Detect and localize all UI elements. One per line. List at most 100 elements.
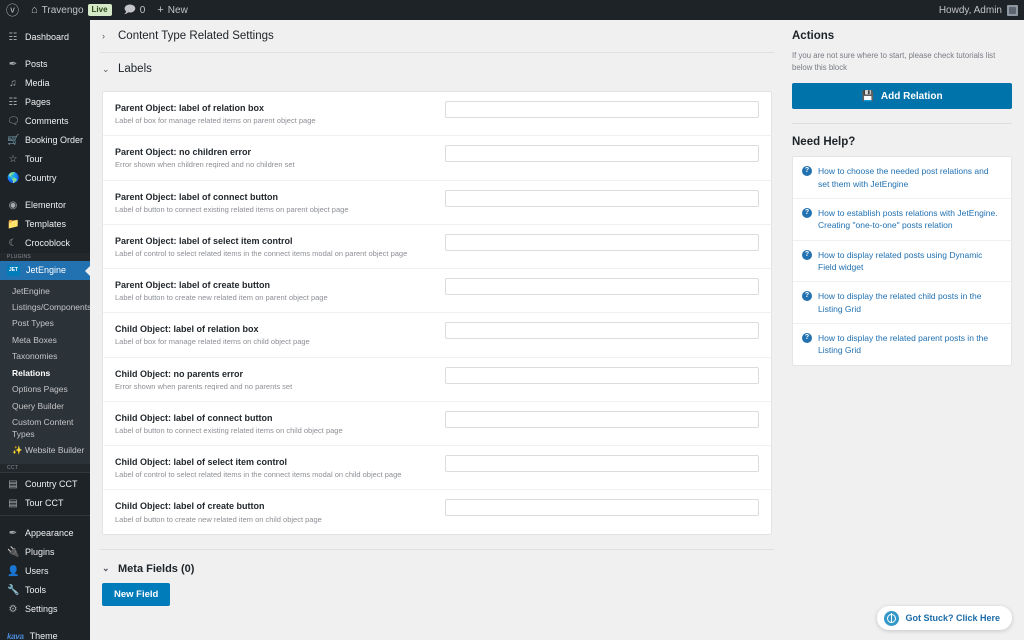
field-description: Error shown when children reqired and no… — [115, 160, 295, 170]
sidebar-item-country[interactable]: 🌎 Country — [0, 169, 90, 188]
submenu-item-website-builder[interactable]: ✨ Website Builder — [0, 443, 90, 459]
comments-count: 0 — [139, 4, 146, 16]
comments-menu[interactable]: 🗩 0 — [118, 0, 152, 20]
support-widget-button[interactable]: Got Stuck? Click Here — [877, 606, 1012, 630]
submenu-item-meta-boxes[interactable]: Meta Boxes — [0, 332, 90, 348]
question-icon: ? — [802, 249, 812, 260]
help-link[interactable]: ? How to choose the needed post relation… — [793, 157, 1011, 199]
submenu-item-options-pages[interactable]: Options Pages — [0, 382, 90, 398]
sidebar-item-media[interactable]: ♫ Media — [0, 74, 90, 93]
divider — [792, 123, 1012, 125]
field-description: Label of button to connect existing rela… — [115, 204, 349, 214]
child-connect-button-label-input[interactable] — [445, 410, 759, 428]
child-relation-box-label-input[interactable] — [445, 322, 759, 340]
field-label-group: Parent Object: label of connect button L… — [115, 190, 445, 215]
site-name-menu[interactable]: ⌂ Travengo Live — [25, 0, 118, 20]
sidebar-item-pages[interactable]: ☷ Pages — [0, 93, 90, 112]
child-select-item-control-input[interactable] — [445, 455, 759, 473]
new-field-wrapper: New Field — [90, 582, 784, 607]
parent-relation-box-label-input[interactable] — [445, 101, 759, 118]
sidebar-item-templates[interactable]: 📁 Templates — [0, 215, 90, 234]
sidebar-item-tools[interactable]: 🔧 Tools — [0, 581, 90, 600]
need-help-title: Need Help? — [792, 136, 856, 149]
section-labels[interactable]: ⌄ Labels — [90, 53, 784, 85]
submenu-item-taxonomies[interactable]: Taxonomies — [0, 349, 90, 365]
sidebar-item-label: Tour CCT — [25, 498, 64, 509]
parent-select-item-control-input[interactable] — [445, 233, 759, 251]
sidebar-item-crocoblock[interactable]: ☾ Crocoblock — [0, 234, 90, 253]
sidebar-item-elementor[interactable]: ◉ Elementor — [0, 196, 90, 215]
help-link[interactable]: ? How to establish posts relations with … — [793, 199, 1011, 241]
folder-icon: 📁 — [7, 218, 20, 230]
parent-no-children-error-input[interactable] — [445, 145, 759, 163]
elementor-icon: ◉ — [8, 199, 18, 211]
sidebar-item-country-cct[interactable]: ▤ Country CCT — [0, 475, 90, 494]
sidebar-item-label: Plugins — [25, 547, 55, 558]
sidebar-item-label: Dashboard — [25, 32, 70, 42]
field-row: Parent Object: label of select item cont… — [103, 225, 771, 270]
submenu-item-listings-components[interactable]: Listings/Components — [0, 299, 90, 315]
sidebar-item-label: Booking Order — [25, 135, 84, 145]
chevron-right-icon: › — [102, 31, 105, 41]
sidebar-item-label: Elementor — [25, 200, 67, 210]
sidebar-item-comments[interactable]: 🗨 Comments — [0, 112, 90, 131]
field-description: Label of button to create new related it… — [115, 293, 328, 303]
sidebar-item-plugins[interactable]: 🔌 Plugins — [0, 543, 90, 562]
admin-sidebar: ☷ Dashboard ✒ Posts ♫ Media ☷ Pages 🗨 Co… — [0, 20, 90, 640]
submenu-item-custom-content-types[interactable]: Custom Content Types — [0, 415, 90, 443]
field-description: Label of box for manage related items on… — [115, 337, 310, 347]
submenu-item-relations[interactable]: Relations — [0, 365, 90, 381]
help-link-label: How to display related posts using Dynam… — [818, 249, 983, 272]
sidebar-item-tour[interactable]: ☆ Tour — [0, 150, 90, 169]
help-link-label: How to display the related child posts i… — [818, 291, 982, 314]
brush-icon: ✒ — [8, 527, 18, 539]
help-link-label: How to establish posts relations with Je… — [818, 208, 998, 231]
sidebar-item-label: Settings — [25, 604, 58, 615]
crocoblock-icon: ☾ — [8, 237, 18, 249]
sidebar-item-dashboard[interactable]: ☷ Dashboard — [0, 28, 90, 47]
pages-icon: ☷ — [8, 96, 18, 108]
sidebar-item-label: Posts — [25, 59, 48, 69]
submenu-item-jetengine[interactable]: JetEngine — [0, 283, 90, 299]
help-link[interactable]: ? How to display the related child posts… — [793, 282, 1011, 324]
child-create-button-label-input[interactable] — [445, 499, 759, 517]
field-title: Parent Object: label of create button — [115, 280, 271, 291]
child-no-parents-error-input[interactable] — [445, 366, 759, 384]
field-row: Parent Object: no children error Error s… — [103, 136, 771, 181]
sidebar-item-settings[interactable]: ⚙ Settings — [0, 600, 90, 619]
sidebar-item-label: Media — [25, 78, 50, 88]
sidebar-item-booking-order[interactable]: 🛒 Booking Order — [0, 131, 90, 150]
section-meta-fields[interactable]: ⌄ Meta Fields (0) — [90, 550, 784, 583]
sidebar-item-appearance[interactable]: ✒ Appearance — [0, 524, 90, 543]
add-relation-button[interactable]: 💾 Add Relation — [792, 83, 1012, 110]
submenu-item-label: Website Builder — [24, 445, 85, 456]
sidebar-item-users[interactable]: 👤 Users — [0, 562, 90, 581]
field-title: Parent Object: no children error — [115, 147, 252, 158]
new-content-menu[interactable]: + New — [151, 0, 193, 20]
field-title: Parent Object: label of select item cont… — [115, 235, 293, 246]
field-label-group: Parent Object: label of select item cont… — [115, 234, 445, 259]
account-menu[interactable]: Howdy, Admin — [939, 4, 1024, 16]
help-link[interactable]: ? How to display related posts using Dyn… — [793, 241, 1011, 283]
field-label-group: Child Object: label of connect button La… — [115, 411, 445, 436]
sidebar-item-theme[interactable]: kava Theme — [0, 627, 90, 640]
submenu-item-post-types[interactable]: Post Types — [0, 316, 90, 332]
question-icon: ? — [802, 332, 812, 343]
new-field-button[interactable]: New Field — [102, 582, 171, 607]
sidebar-item-posts[interactable]: ✒ Posts — [0, 55, 90, 74]
sidebar-item-tour-cct[interactable]: ▤ Tour CCT — [0, 494, 90, 513]
sidebar-item-jetengine[interactable]: JET JetEngine — [0, 261, 90, 280]
field-row: Child Object: no parents error Error sho… — [103, 358, 771, 402]
field-title: Child Object: label of create button — [115, 501, 265, 512]
parent-create-button-label-input[interactable] — [445, 278, 759, 296]
help-link[interactable]: ? How to display the related parent post… — [793, 324, 1011, 365]
submenu-item-query-builder[interactable]: Query Builder — [0, 398, 90, 414]
wordpress-logo-icon[interactable]: ⓥ — [0, 0, 25, 20]
star-icon: ☆ — [8, 153, 18, 165]
list-icon: ▤ — [8, 497, 18, 509]
section-content-type-related-settings[interactable]: › Content Type Related Settings — [90, 20, 784, 52]
dashboard-icon: ☷ — [8, 31, 18, 43]
parent-connect-button-label-input[interactable] — [445, 189, 759, 207]
field-title: Child Object: label of select item contr… — [115, 457, 288, 468]
